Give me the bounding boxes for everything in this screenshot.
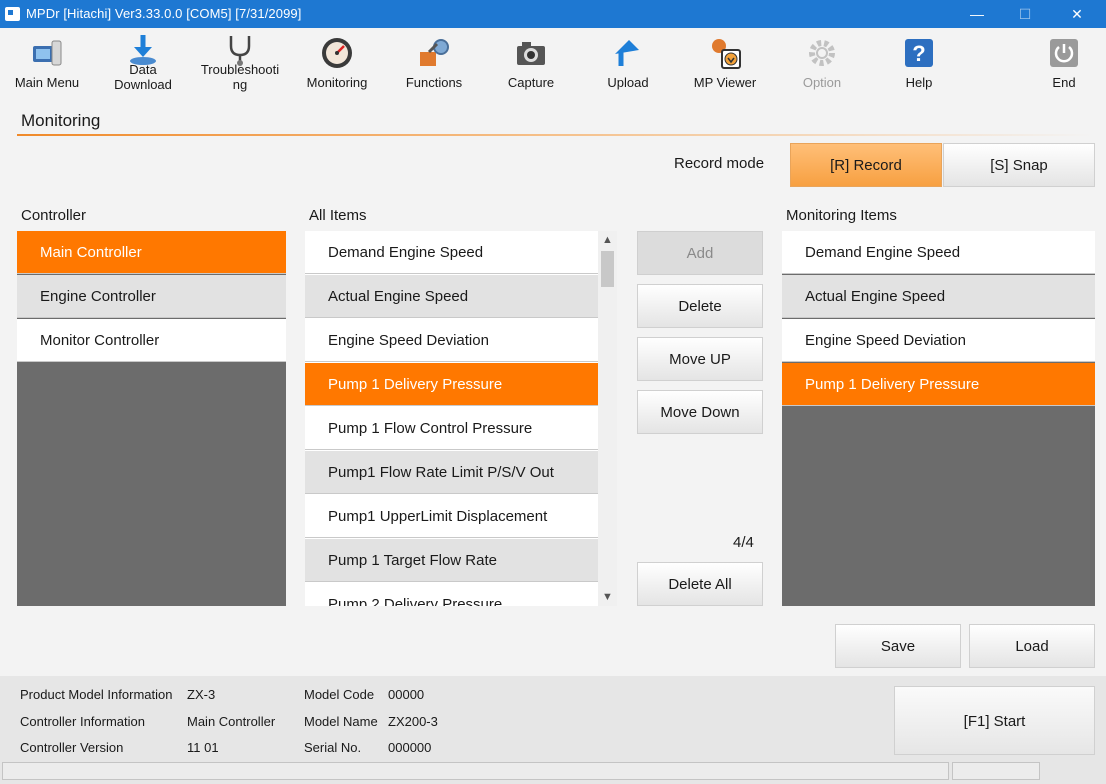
list-item[interactable]: Pump1 UpperLimit Displacement [305,495,598,538]
delete-button[interactable]: Delete [637,284,763,328]
maximize-button[interactable]: ☐ [1002,0,1048,28]
tool-label: Capture [507,75,555,90]
gear-icon [809,40,835,66]
product-model-label: Product Model Information [20,687,173,702]
serial-number-label: Serial No. [304,740,362,755]
controller-item-main[interactable]: Main Controller [17,231,286,274]
status-bar [0,760,1106,784]
list-item[interactable]: Pump1 Flow Rate Limit P/S/V Out [305,451,598,494]
upload-icon [615,40,639,66]
controller-version-value: 11 01 [187,740,219,755]
tool-label: Monitoring [306,75,368,90]
delete-all-button[interactable]: Delete All [637,562,763,606]
tool-label: Option [802,75,842,90]
monitoring-button[interactable]: Monitoring [289,28,385,100]
move-down-button[interactable]: Move Down [637,390,763,434]
all-items-list: Demand Engine Speed Actual Engine Speed … [305,231,598,606]
main-menu-icon [33,40,62,66]
controller-info-label: Controller Information [20,714,145,729]
list-item[interactable]: Pump 1 Delivery Pressure [305,363,598,406]
help-button[interactable]: ? Help [871,28,967,100]
save-button[interactable]: Save [835,624,961,668]
list-item[interactable]: Engine Speed Deviation [782,319,1095,362]
svg-text:?: ? [912,41,925,66]
status-segment [952,762,1040,780]
list-item[interactable]: Pump 2 Delivery Pressure [305,583,598,606]
model-name-label: Model Name [304,714,378,729]
move-up-button[interactable]: Move UP [637,337,763,381]
mp-viewer-icon [712,39,741,69]
add-button[interactable]: Add [637,231,763,275]
end-button[interactable]: End [1016,28,1106,100]
load-button[interactable]: Load [969,624,1095,668]
controller-item-monitor[interactable]: Monitor Controller [17,319,286,362]
record-mode-record-button[interactable]: [R] Record [790,143,942,187]
controller-info-value: Main Controller [187,714,276,729]
option-button[interactable]: Option [774,28,870,100]
tool-label: End [1052,75,1076,90]
model-code-label: Model Code [304,687,375,702]
record-mode-snap-button[interactable]: [S] Snap [943,143,1095,187]
help-icon: ? [905,39,933,67]
list-item[interactable]: Actual Engine Speed [305,275,598,318]
monitoring-items-list: Demand Engine Speed Actual Engine Speed … [782,231,1095,606]
tool-label: Troubleshooti ng [200,62,280,92]
list-item[interactable]: Pump 1 Target Flow Rate [305,539,598,582]
controller-item-engine[interactable]: Engine Controller [17,275,286,318]
tool-label: Functions [405,75,463,90]
start-button[interactable]: [F1] Start [894,686,1095,755]
list-item[interactable]: Engine Speed Deviation [305,319,598,362]
controller-header: Controller [21,207,87,224]
window-title: MPDr [Hitachi] Ver3.33.0.0 [COM5] [7/31/… [26,6,302,21]
capture-button[interactable]: Capture [483,28,579,100]
functions-icon [420,39,449,66]
scroll-up-icon[interactable]: ▲ [598,231,617,249]
minimize-button[interactable]: — [954,0,1000,28]
gauge-icon [322,38,352,68]
troubleshooting-button[interactable]: Troubleshooti ng [192,28,288,100]
title-bar: MPDr [Hitachi] Ver3.33.0.0 [COM5] [7/31/… [0,0,1106,28]
camera-icon [517,42,545,65]
list-item[interactable]: Actual Engine Speed [782,275,1095,318]
record-mode-label: Record mode [674,155,765,172]
tool-label: MP Viewer [693,75,757,90]
item-count: 4/4 [733,534,754,551]
mp-viewer-button[interactable]: MP Viewer [677,28,773,100]
functions-button[interactable]: Functions [386,28,482,100]
serial-number-value: 000000 [388,740,432,755]
model-code-value: 00000 [388,687,425,702]
list-item[interactable]: Pump 1 Delivery Pressure [782,363,1095,406]
data-download-button[interactable]: Data Download [95,28,191,100]
power-icon [1050,39,1078,67]
main-menu-button[interactable]: Main Menu [0,28,95,100]
monitoring-items-header: Monitoring Items [786,207,897,224]
tool-label: Data Download [114,62,172,92]
all-items-scrollbar[interactable]: ▲ ▼ [598,231,617,606]
scroll-down-icon[interactable]: ▼ [598,588,617,606]
section-divider [17,134,1092,136]
list-item[interactable]: Pump 1 Flow Control Pressure [305,407,598,450]
list-item[interactable]: Demand Engine Speed [782,231,1095,274]
close-button[interactable]: ✕ [1054,0,1100,28]
all-items-header: All Items [309,207,367,224]
tool-label: Main Menu [14,75,80,90]
status-segment [2,762,949,780]
toolbar: Main Menu Data Download Troubleshooti ng M… [0,28,1106,100]
page-title: Monitoring [21,111,101,130]
list-item[interactable]: Demand Engine Speed [305,231,598,274]
scrollbar-thumb[interactable] [601,251,614,287]
upload-button[interactable]: Upload [580,28,676,100]
controller-version-label: Controller Version [20,740,124,755]
model-name-value: ZX200-3 [388,714,438,729]
app-icon [5,7,20,21]
tool-label: Help [905,75,933,90]
product-model-value: ZX-3 [187,687,216,702]
tool-label: Upload [607,75,649,90]
controller-list: Main Controller Engine Controller Monito… [17,231,286,606]
